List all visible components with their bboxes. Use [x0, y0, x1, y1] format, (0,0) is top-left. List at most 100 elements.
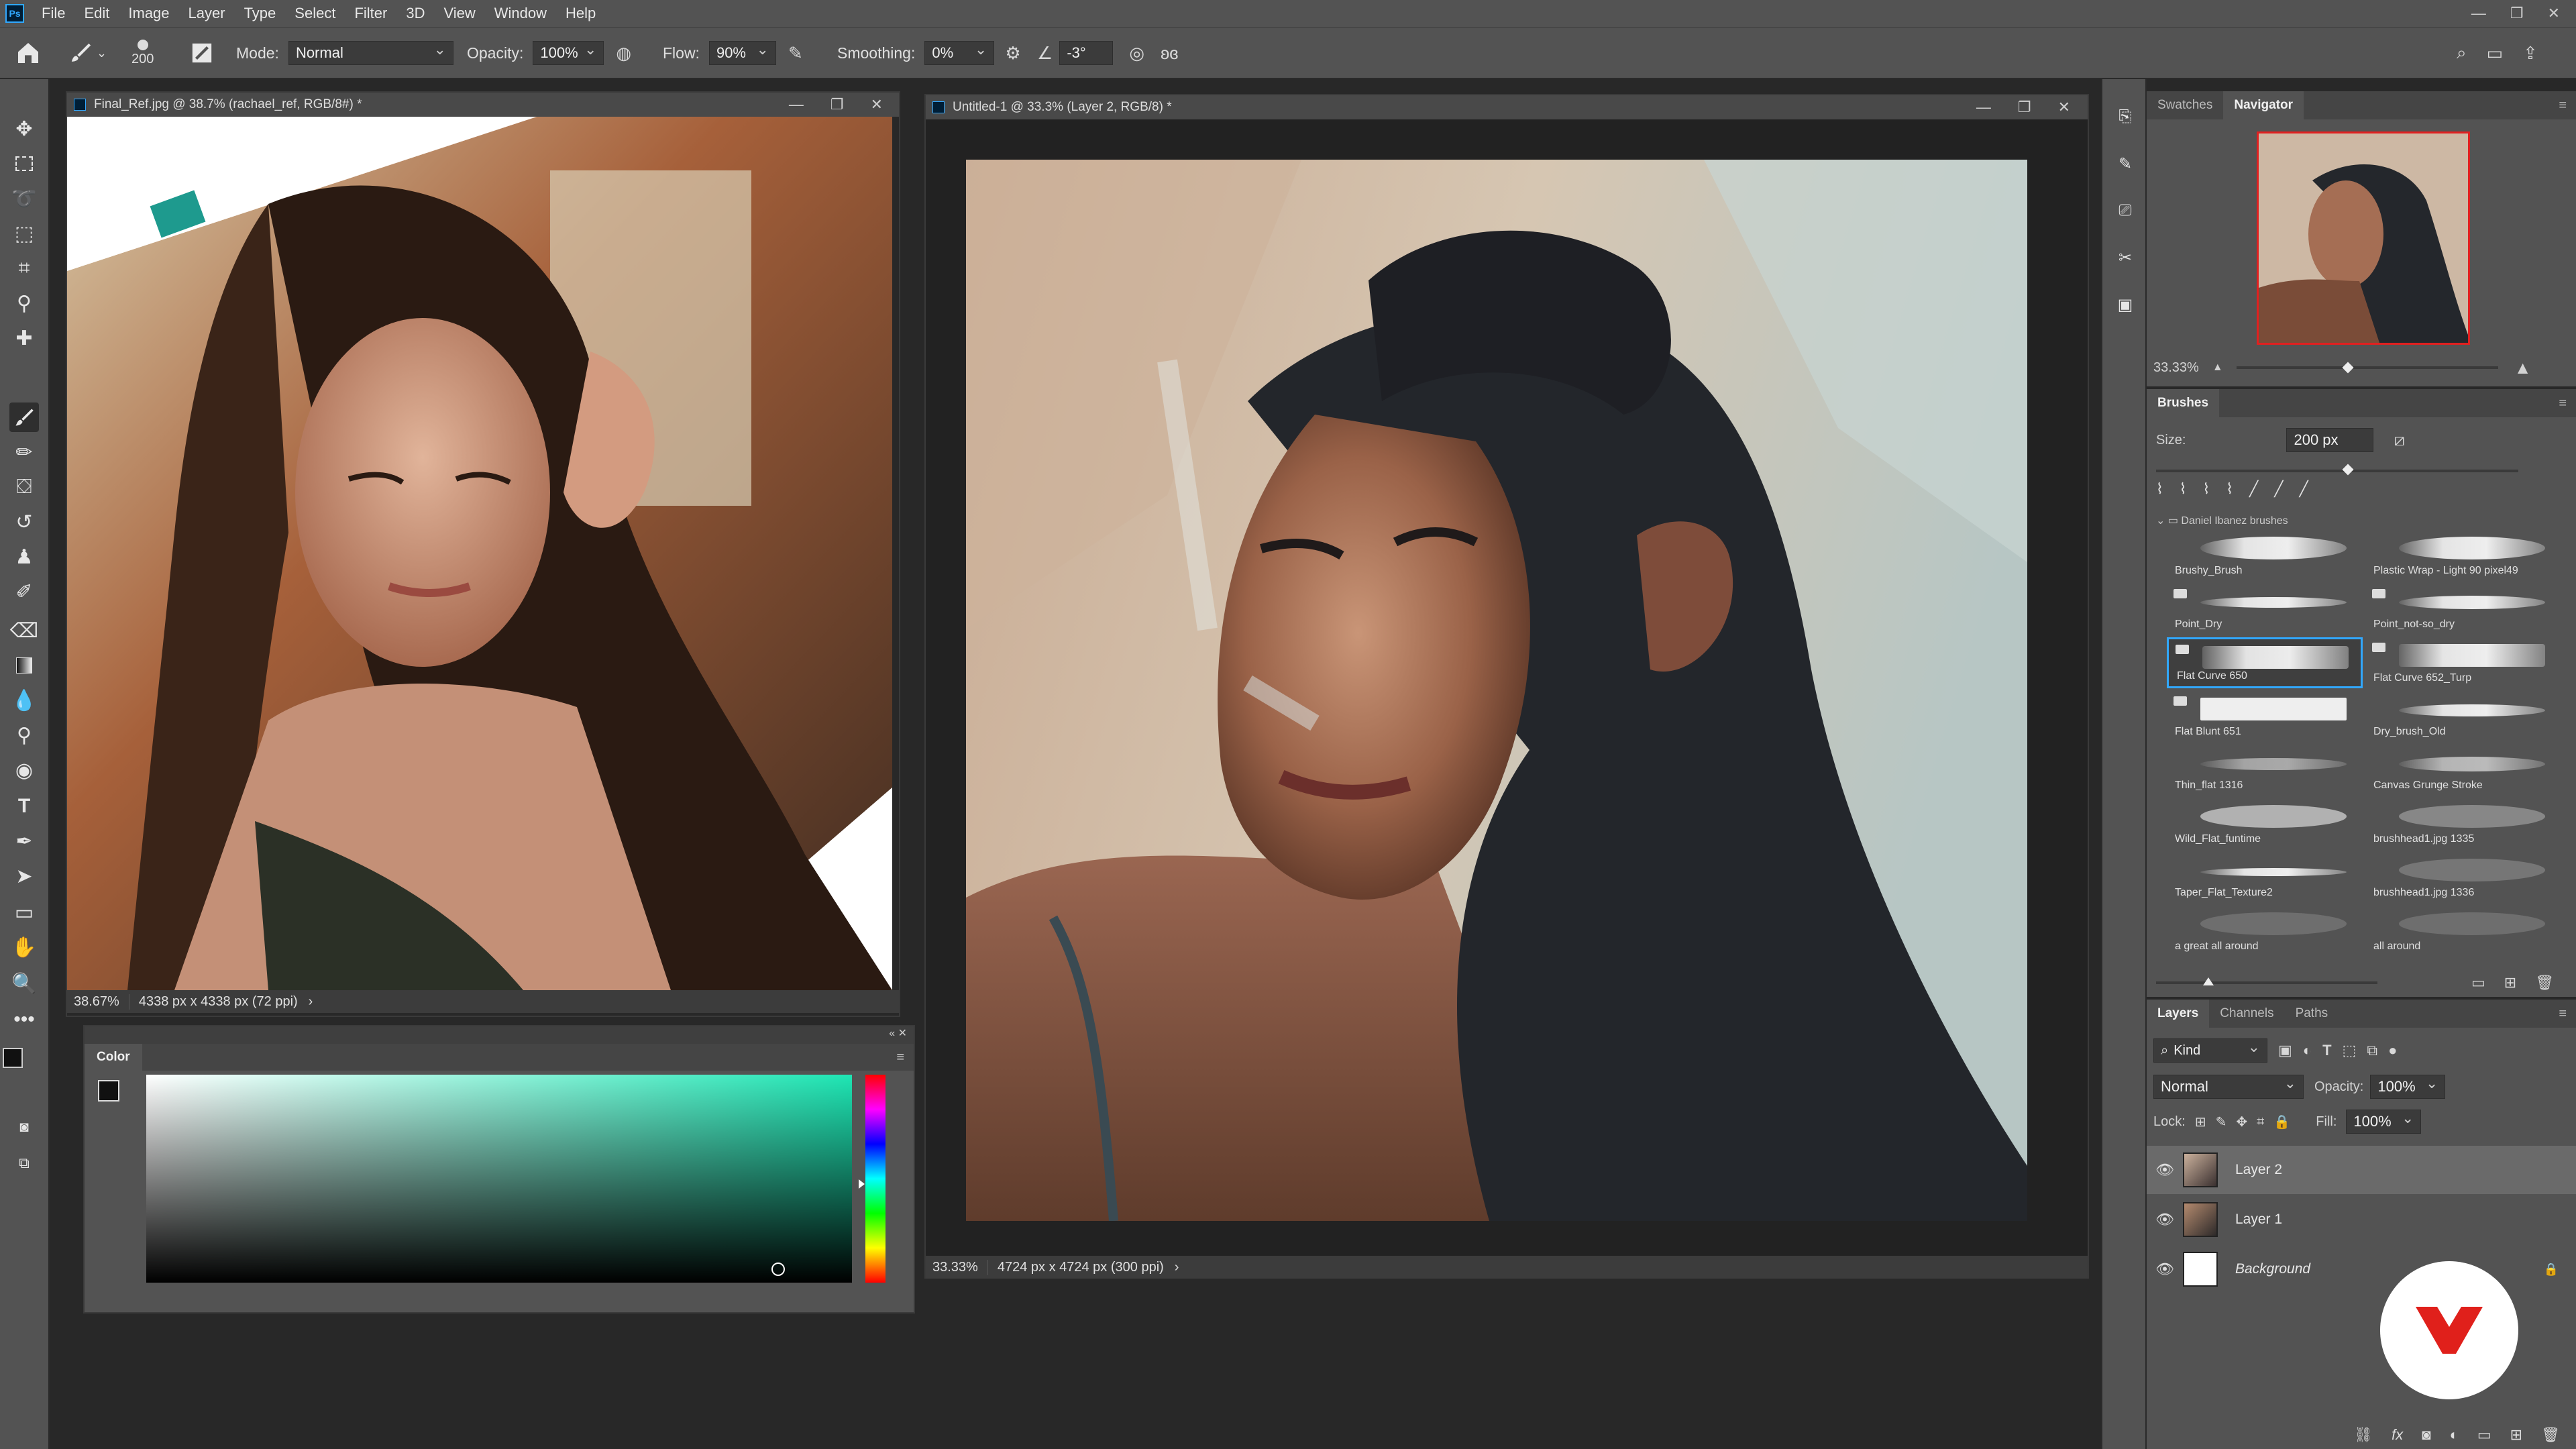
layer-filter-kind-select[interactable]: ⌕ Kind	[2153, 1038, 2267, 1063]
layer-row[interactable]: 👁 Layer 1	[2147, 1195, 2576, 1244]
pressure-opacity-icon[interactable]: ◍	[616, 43, 631, 64]
hand-tool-icon[interactable]: ✋	[9, 932, 39, 962]
doc-restore-button[interactable]: ❐	[2018, 99, 2031, 116]
recent-brush-icon[interactable]: ⌇	[2203, 480, 2210, 498]
menu-window[interactable]: Window	[485, 5, 556, 22]
screen-mode-icon[interactable]: ⧉	[9, 1148, 39, 1178]
menu-type[interactable]: Type	[235, 5, 286, 22]
menu-view[interactable]: View	[434, 5, 484, 22]
filter-type-icon[interactable]: T	[2322, 1042, 2331, 1059]
brush-item[interactable]: Canvas Grunge Stroke	[2365, 745, 2561, 796]
panel-menu-icon[interactable]: ≡	[2559, 1006, 2567, 1022]
crop-tool-icon[interactable]: ⌗	[9, 254, 39, 283]
foreground-color-swatch[interactable]	[3, 1048, 23, 1068]
layer-blend-mode-select[interactable]: Normal	[2153, 1075, 2304, 1099]
tab-swatches[interactable]: Swatches	[2147, 91, 2223, 119]
brush-size-picker[interactable]: 200	[131, 28, 154, 78]
more-tools-icon[interactable]: •••	[9, 1005, 39, 1034]
painting-workspace[interactable]	[926, 119, 2088, 1256]
new-group-folder-icon[interactable]: ▭	[2471, 974, 2485, 991]
search-icon[interactable]: ⌕	[2457, 42, 2467, 64]
pressure-size-icon[interactable]: ◎	[1129, 43, 1144, 64]
recent-brush-icon[interactable]: ╱	[2300, 480, 2308, 498]
doc-close-button[interactable]: ✕	[871, 96, 883, 113]
brush-size-slider[interactable]	[2156, 464, 2518, 476]
tab-paths[interactable]: Paths	[2285, 1000, 2339, 1028]
doc-minimize-button[interactable]: —	[789, 96, 804, 113]
brush-item[interactable]: Brushy_Brush	[2167, 530, 2363, 581]
layer-style-fx-icon[interactable]: fx	[2392, 1426, 2403, 1444]
layer-lock-icon[interactable]: 🔒	[2544, 1263, 2559, 1277]
brush-tool-preset-icon[interactable]: ⌄	[70, 28, 107, 78]
airbrush-icon[interactable]: ✎	[788, 43, 803, 64]
type-tool-icon[interactable]: T	[9, 792, 39, 821]
lasso-tool-icon[interactable]: ➰	[9, 184, 39, 213]
menu-layer[interactable]: Layer	[179, 5, 235, 22]
layer-opacity-field[interactable]: 100%	[2370, 1075, 2446, 1099]
menu-3d[interactable]: 3D	[396, 5, 434, 22]
recent-brush-icon[interactable]: ╱	[2249, 480, 2258, 498]
filter-toggle-icon[interactable]: ●	[2388, 1042, 2397, 1059]
symmetry-butterfly-icon[interactable]: ʚɞ	[1161, 43, 1178, 64]
tab-layers[interactable]: Layers	[2147, 1000, 2210, 1028]
brush-item[interactable]: Plastic Wrap - Light 90 pixel49	[2365, 530, 2561, 581]
marquee-tool-icon[interactable]	[9, 149, 39, 178]
zoom-tool-icon[interactable]: 🔍	[9, 969, 39, 998]
eraser-tool-icon[interactable]: ⌫	[9, 616, 39, 645]
pen-tool-icon[interactable]: ✒	[9, 826, 39, 856]
brush-new-preset-icon[interactable]: ⧄	[2394, 429, 2405, 451]
brush-item[interactable]: Dry_brush_Old	[2365, 691, 2561, 742]
smoothing-settings-gear-icon[interactable]: ⚙	[1005, 43, 1020, 64]
color-fg-swatch[interactable]	[98, 1080, 119, 1102]
tab-brushes[interactable]: Brushes	[2147, 389, 2220, 417]
painting-zoom-value[interactable]: 33.33%	[926, 1259, 988, 1275]
smoothing-field[interactable]: 0%	[924, 41, 995, 65]
filter-shape-icon[interactable]: ⬚	[2343, 1042, 2357, 1059]
hue-slider-thumb[interactable]	[859, 1179, 865, 1189]
recent-brush-icon[interactable]: ╱	[2274, 480, 2283, 498]
menu-file[interactable]: File	[32, 5, 74, 22]
navigator-preview[interactable]	[2257, 131, 2470, 345]
menu-select[interactable]: Select	[285, 5, 345, 22]
lock-artboard-icon[interactable]: ⌗	[2257, 1114, 2264, 1130]
tool-presets-panel-icon[interactable]: ✂	[2110, 243, 2140, 272]
brush-preview-size-slider[interactable]	[2156, 977, 2377, 985]
eyedropper-tool-icon[interactable]: ⚲	[9, 288, 39, 318]
brush-item[interactable]: brushhead1.jpg 1336	[2365, 852, 2561, 903]
adjustment-layer-icon[interactable]: ◐	[2450, 1426, 2459, 1444]
hue-slider[interactable]	[859, 1075, 885, 1283]
lock-image-icon[interactable]: ✎	[2216, 1114, 2227, 1130]
brush-settings-panel-icon[interactable]: ✎	[2110, 149, 2140, 178]
sponge-tool-icon[interactable]: ◉	[9, 755, 39, 785]
link-layers-icon[interactable]: ⛓	[2354, 1426, 2373, 1444]
add-mask-icon[interactable]: ◙	[2422, 1426, 2430, 1444]
brush-item[interactable]: Flat Curve 652_Turp	[2365, 637, 2561, 688]
zoom-in-icon[interactable]: ▲	[2514, 358, 2532, 378]
move-tool-icon[interactable]: ✥	[9, 114, 39, 144]
visibility-eye-icon[interactable]: 👁	[2147, 1260, 2183, 1278]
brush-item[interactable]: all around	[2365, 906, 2561, 957]
color-picker-marker[interactable]	[771, 1263, 785, 1276]
healing-brush-tool-icon[interactable]: ✚	[9, 323, 39, 353]
brush-item[interactable]: Thin_flat 1316	[2167, 745, 2363, 796]
brush-preview-size-thumb[interactable]	[2203, 977, 2214, 985]
dodge-tool-icon[interactable]: ⚲	[9, 720, 39, 750]
brush-item[interactable]: Taper_Flat_Texture2	[2167, 852, 2363, 903]
rectangle-tool-icon[interactable]: ▭	[9, 898, 39, 927]
doc-close-button[interactable]: ✕	[2058, 99, 2070, 116]
panel-menu-icon[interactable]: ≡	[2559, 396, 2567, 411]
color-panel-tab[interactable]: Color	[85, 1044, 142, 1071]
panel-menu-icon[interactable]: ≡	[2559, 98, 2567, 113]
filter-pixel-icon[interactable]: ▣	[2278, 1042, 2292, 1059]
history-panel-icon[interactable]: ⎘	[2110, 102, 2140, 131]
lock-position-icon[interactable]: ✥	[2236, 1114, 2247, 1130]
navigator-zoom-value[interactable]: 33.33%	[2153, 360, 2199, 376]
mode-select[interactable]: Normal	[288, 41, 453, 65]
art-history-brush-icon[interactable]: ✐	[9, 577, 39, 606]
pencil-tool-icon[interactable]: ✏	[9, 437, 39, 467]
status-chevron-icon[interactable]: ›	[1164, 1260, 1179, 1275]
brush-item[interactable]: a great all around	[2167, 906, 2363, 957]
blur-tool-icon[interactable]: 💧	[9, 686, 39, 715]
new-brush-icon[interactable]: ⊞	[2504, 974, 2516, 991]
properties-panel-icon[interactable]: ▣	[2110, 290, 2140, 319]
